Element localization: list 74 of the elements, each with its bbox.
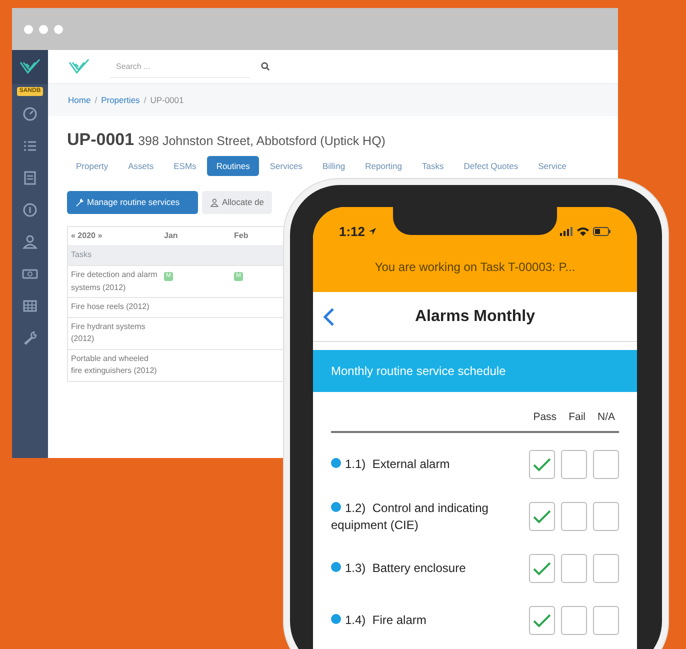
checklist-item: 1.4) Fire alarm — [331, 612, 521, 630]
wrench-icon[interactable] — [22, 330, 38, 346]
info-icon[interactable] — [331, 562, 341, 572]
location-arrow-icon — [368, 227, 378, 236]
search-field[interactable]: Search ... — [110, 56, 250, 78]
logo-icon — [19, 58, 41, 76]
breadcrumb-link[interactable]: Home — [68, 94, 91, 106]
task-name: Portable and wheeled fire extinguishers (2012) — [70, 352, 158, 378]
checkbox[interactable] — [561, 606, 587, 636]
tab[interactable]: Service — [529, 156, 576, 176]
document-icon[interactable] — [22, 170, 38, 186]
wrench-icon — [75, 198, 84, 208]
gauge-icon[interactable] — [22, 106, 38, 122]
checklist-item: 1.2) Control and indicating equipment (CIE) — [331, 500, 490, 534]
month-header: Feb — [234, 230, 250, 242]
checkbox[interactable] — [593, 554, 619, 584]
info-icon[interactable] — [331, 458, 341, 468]
table-icon[interactable] — [22, 298, 38, 314]
screen-title: Alarms Monthly — [414, 306, 536, 326]
check-icon — [533, 614, 551, 628]
tab[interactable]: ESMs — [164, 156, 206, 176]
user-icon[interactable] — [22, 234, 38, 250]
user-icon — [210, 198, 219, 208]
tab[interactable]: Billing — [313, 156, 354, 176]
property-code: UP-0001 — [67, 129, 134, 151]
checkbox[interactable] — [561, 502, 587, 532]
tab[interactable]: Routines — [207, 156, 259, 176]
section-title: Monthly routine service schedule — [331, 363, 506, 380]
check-icon — [533, 562, 551, 576]
check-icon — [533, 458, 551, 472]
checkbox[interactable] — [529, 450, 555, 480]
checkbox[interactable] — [529, 606, 555, 636]
battery-icon — [593, 227, 611, 236]
checkbox[interactable] — [529, 502, 555, 532]
wifi-icon — [577, 227, 589, 236]
breadcrumb-separator: / — [144, 94, 146, 106]
checkbox[interactable] — [593, 502, 619, 532]
checkbox[interactable] — [561, 450, 587, 480]
manage-button[interactable]: Manage routine services — [67, 191, 198, 214]
breadcrumb-current: UP-0001 — [150, 94, 184, 106]
tab[interactable]: Assets — [119, 156, 163, 176]
tab[interactable]: Defect Quotes — [454, 156, 528, 176]
task-name: Fire hydrant systems (2012) — [70, 320, 146, 346]
year-selector[interactable]: « 2020 » — [68, 230, 164, 242]
search-icon[interactable] — [261, 62, 270, 71]
tab[interactable]: Property — [67, 156, 118, 176]
column-header: Fail — [568, 410, 586, 425]
column-header: Pass — [533, 410, 557, 425]
column-header: N/A — [597, 410, 615, 425]
task-name: Fire detection and alarm systems (2012) — [70, 269, 158, 294]
logo-icon — [68, 58, 90, 76]
checkbox[interactable] — [593, 606, 619, 636]
month-header: Jan — [164, 230, 179, 242]
breadcrumb-separator: / — [94, 94, 98, 106]
info-icon[interactable] — [331, 502, 341, 512]
tab[interactable]: Tasks — [413, 156, 453, 176]
check-icon — [533, 510, 551, 524]
tab[interactable]: Reporting — [356, 156, 412, 176]
back-icon[interactable] — [323, 306, 335, 326]
clock-time: 1:12 — [339, 223, 366, 241]
allocate-button[interactable]: Allocate de — [202, 191, 272, 214]
signal-icon — [560, 227, 573, 236]
section-header: Tasks — [71, 249, 92, 262]
task-message: You are working on Task T-00003: P... — [374, 258, 576, 276]
checkbox[interactable] — [593, 450, 619, 480]
checkbox[interactable] — [561, 554, 587, 584]
info-icon[interactable] — [331, 614, 341, 624]
checklist-item: 1.3) Battery enclosure — [331, 560, 521, 578]
task-name: Fire hose reels (2012) — [70, 301, 150, 314]
checkbox[interactable] — [529, 554, 555, 584]
tab[interactable]: Services — [260, 156, 312, 176]
property-address: 398 Johnston Street, Abbotsford (Uptick HQ) — [138, 133, 386, 150]
breadcrumb-link[interactable]: Properties — [101, 94, 140, 106]
checklist-item: 1.1) External alarm — [331, 456, 521, 474]
